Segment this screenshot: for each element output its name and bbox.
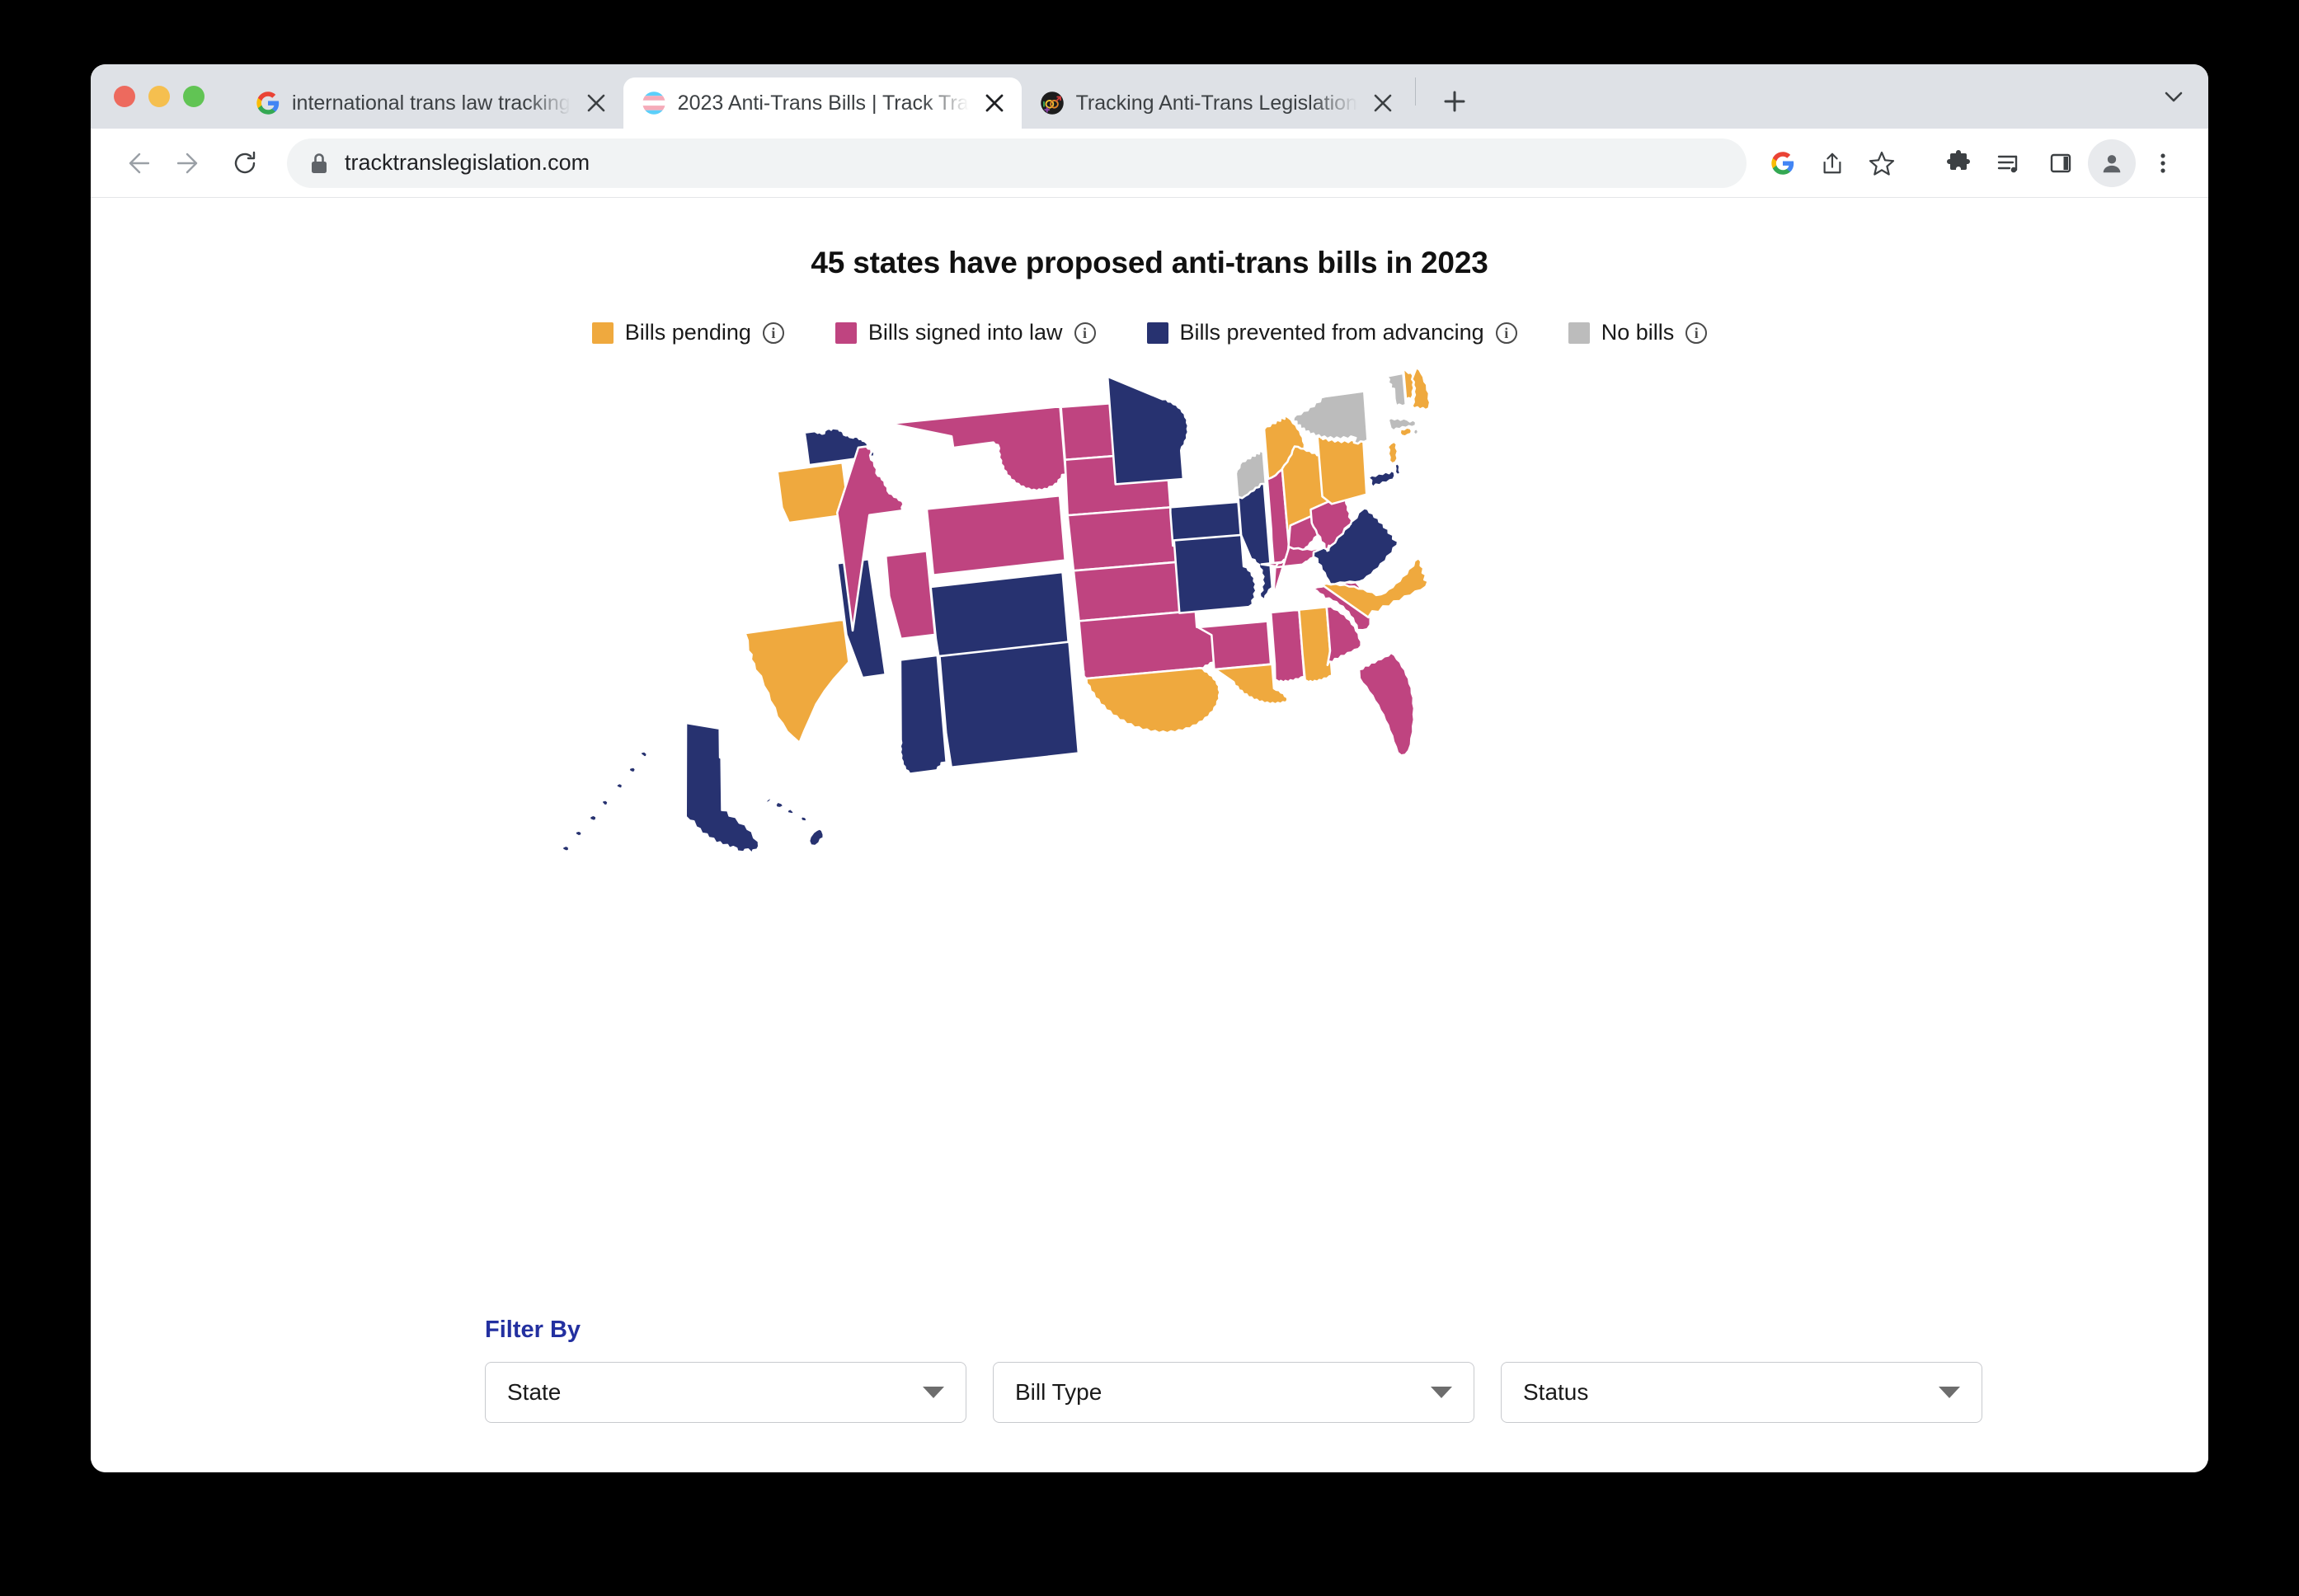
- tab-title: Tracking Anti-Trans Legislation: [1075, 91, 1357, 115]
- state-mo[interactable]: [1172, 533, 1258, 614]
- state-wy[interactable]: [925, 494, 1066, 576]
- map-legend: Bills pending i Bills signed into law i …: [91, 320, 2208, 345]
- state-vt[interactable]: [1385, 372, 1408, 408]
- legend-swatch-nobills: [1568, 322, 1590, 344]
- state-filter-label: State: [507, 1379, 562, 1405]
- state-ak[interactable]: [561, 721, 760, 855]
- media-playlist-icon[interactable]: [1986, 139, 2033, 187]
- chevron-down-icon: [1431, 1387, 1452, 1398]
- google-icon: [256, 92, 280, 115]
- legend-label: Bills signed into law: [867, 320, 1063, 345]
- legend-item-prevented[interactable]: Bills prevented from advancing i: [1146, 320, 1517, 345]
- bookmark-star-icon[interactable]: [1859, 140, 1905, 186]
- state-de[interactable]: [1394, 462, 1402, 476]
- us-choropleth-map: [91, 364, 2208, 1114]
- filter-by-heading: Filter By: [485, 1317, 581, 1343]
- google-lens-icon[interactable]: [1760, 140, 1806, 186]
- pride-symbol-icon: [1040, 92, 1064, 115]
- status-filter-label: Status: [1523, 1379, 1589, 1405]
- state-filter-select[interactable]: State: [485, 1362, 966, 1423]
- forward-button[interactable]: [165, 138, 216, 189]
- tab-title: 2023 Anti-Trans Bills | Track Tra: [677, 91, 969, 115]
- extensions-puzzle-icon[interactable]: [1935, 139, 1982, 187]
- close-tab-button[interactable]: [582, 89, 610, 117]
- legend-swatch-signed: [835, 322, 857, 344]
- info-icon[interactable]: i: [762, 322, 784, 344]
- legend-item-nobills[interactable]: No bills i: [1568, 320, 1708, 345]
- tab-title: international trans law tracking: [292, 91, 571, 115]
- state-ca[interactable]: [744, 618, 850, 744]
- state-nm[interactable]: [938, 641, 1080, 769]
- state-mn[interactable]: [1106, 375, 1190, 486]
- state-pa[interactable]: [1316, 434, 1368, 505]
- side-panel-icon[interactable]: [2037, 139, 2085, 187]
- browser-tab-2[interactable]: 2023 Anti-Trans Bills | Track Tra: [623, 77, 1022, 129]
- legend-label: Bills prevented from advancing: [1179, 320, 1484, 345]
- browser-toolbar: tracktranslegislation.com: [91, 129, 2208, 198]
- legend-swatch-pending: [591, 322, 614, 344]
- window-traffic-lights: [114, 64, 237, 129]
- lock-icon: [312, 153, 327, 173]
- state-me[interactable]: [1411, 366, 1432, 411]
- filter-section: Filter By State Bill Type Status: [485, 1317, 2010, 1423]
- close-tab-button[interactable]: [980, 89, 1008, 117]
- share-icon[interactable]: [1809, 140, 1855, 186]
- bill-type-filter-label: Bill Type: [1015, 1379, 1102, 1405]
- state-ut[interactable]: [884, 550, 937, 641]
- maximize-window-button[interactable]: [183, 86, 205, 107]
- close-tab-button[interactable]: [1369, 89, 1397, 117]
- us-map-svg[interactable]: [556, 364, 1743, 1114]
- bill-type-filter-select[interactable]: Bill Type: [993, 1362, 1474, 1423]
- legend-label: Bills pending: [624, 320, 751, 345]
- chevron-down-icon[interactable]: [2159, 64, 2208, 129]
- back-button[interactable]: [110, 138, 162, 189]
- url-text: tracktranslegislation.com: [345, 150, 590, 175]
- legend-item-pending[interactable]: Bills pending i: [591, 320, 784, 345]
- status-filter-select[interactable]: Status: [1501, 1362, 1982, 1423]
- state-ct[interactable]: [1399, 426, 1413, 438]
- legend-item-signed[interactable]: Bills signed into law i: [835, 320, 1096, 345]
- tab-separator: [1414, 77, 1416, 106]
- info-icon[interactable]: i: [1685, 322, 1708, 344]
- page-title: 45 states have proposed anti-trans bills…: [811, 246, 1488, 279]
- address-bar[interactable]: tracktranslegislation.com: [287, 138, 1747, 188]
- reload-button[interactable]: [219, 138, 270, 189]
- legend-swatch-prevented: [1146, 322, 1168, 344]
- trans-flag-icon: [642, 92, 665, 115]
- legend-label: No bills: [1601, 320, 1675, 345]
- chevron-down-icon: [1939, 1387, 1960, 1398]
- browser-window: international trans law tracking 2023 An…: [91, 64, 2208, 1472]
- info-icon[interactable]: i: [1495, 322, 1517, 344]
- new-tab-button[interactable]: [1432, 79, 1477, 124]
- state-fl[interactable]: [1357, 651, 1416, 757]
- browser-tab-3[interactable]: Tracking Anti-Trans Legislation: [1022, 77, 1410, 129]
- state-mt[interactable]: [889, 405, 1067, 492]
- state-nh[interactable]: [1402, 367, 1415, 401]
- chevron-down-icon: [923, 1387, 944, 1398]
- state-az[interactable]: [899, 654, 947, 775]
- page-content: 45 states have proposed anti-trans bills…: [91, 198, 2208, 1472]
- info-icon[interactable]: i: [1074, 322, 1096, 344]
- filter-controls-row: State Bill Type Status: [485, 1362, 2010, 1423]
- minimize-window-button[interactable]: [148, 86, 170, 107]
- state-ny[interactable]: [1291, 390, 1369, 445]
- state-ri[interactable]: [1412, 427, 1420, 436]
- profile-avatar-icon[interactable]: [2088, 138, 2136, 187]
- state-md[interactable]: [1366, 469, 1396, 489]
- close-window-button[interactable]: [114, 86, 135, 107]
- state-hi[interactable]: [764, 796, 825, 847]
- browser-tab-1[interactable]: international trans law tracking: [237, 77, 623, 129]
- tab-strip: international trans law tracking 2023 An…: [91, 64, 2208, 129]
- three-dot-menu-icon[interactable]: [2139, 139, 2187, 187]
- state-nj[interactable]: [1386, 440, 1399, 465]
